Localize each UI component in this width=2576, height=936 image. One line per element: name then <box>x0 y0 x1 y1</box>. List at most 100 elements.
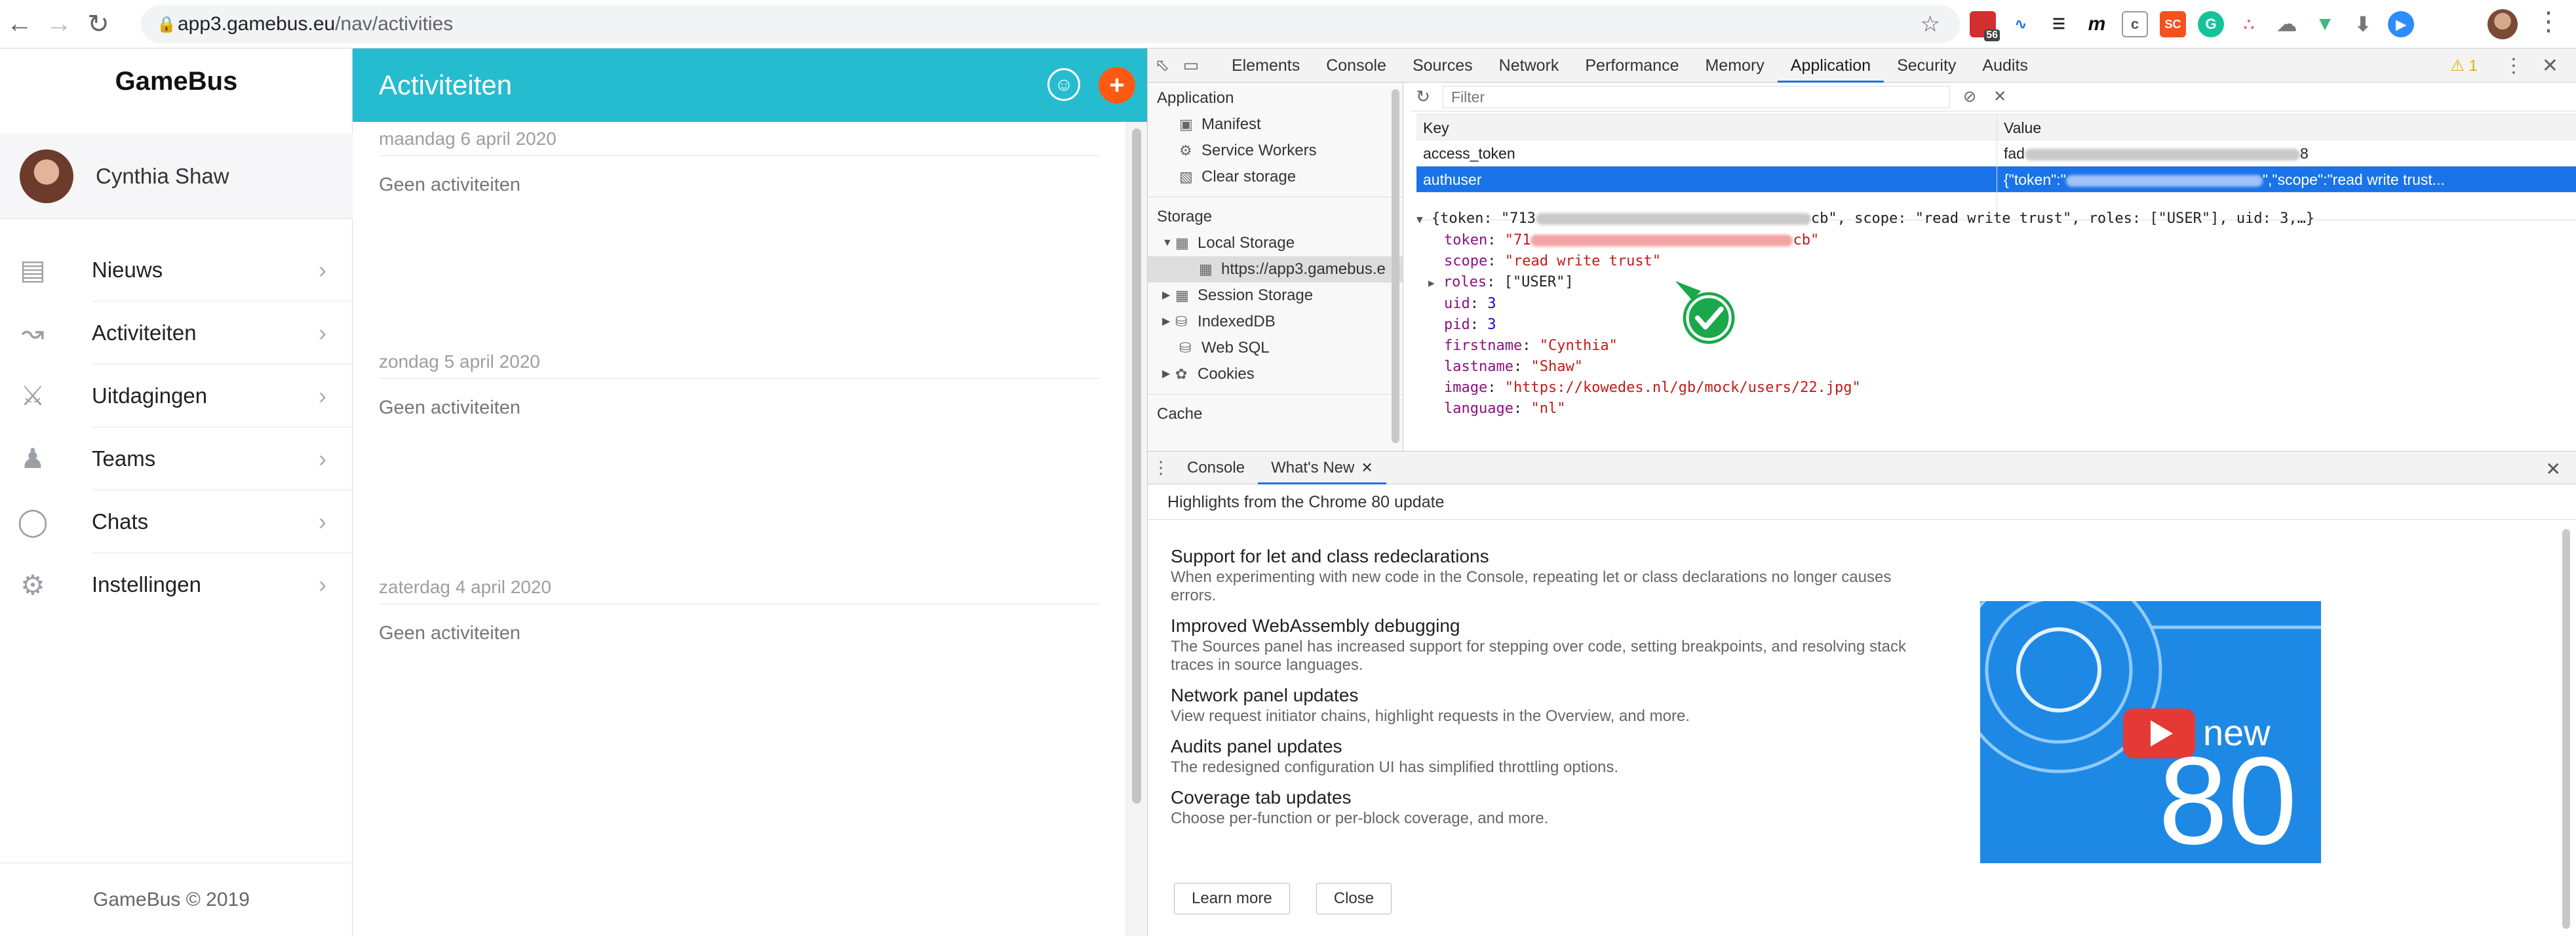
sidebar-item-instellingen[interactable]: ⚙ Instellingen › <box>20 553 353 616</box>
expand-right-icon[interactable]: ▶ <box>1428 277 1435 289</box>
column-key[interactable]: Key <box>1416 115 1997 140</box>
prop-pid: pid: 3 <box>1444 317 1496 333</box>
add-activity-button[interactable]: + <box>1099 67 1135 104</box>
tab-performance[interactable]: Performance <box>1572 49 1692 83</box>
extension-calendar-icon[interactable]: 56 <box>1970 11 2000 41</box>
tab-memory[interactable]: Memory <box>1692 49 1777 83</box>
sidebar-item-service-workers[interactable]: ⚙ Service Workers <box>1148 138 1403 164</box>
redacted-token <box>1531 235 1793 246</box>
address-bar[interactable]: 🔒 app3.gamebus.eu/nav/activities ☆ <box>141 5 1960 43</box>
tab-network[interactable]: Network <box>1486 49 1572 83</box>
drawer-scrollbar[interactable] <box>2562 529 2570 929</box>
user-profile[interactable]: Cynthia Shaw <box>0 134 353 219</box>
sidebar-item-cookies[interactable]: ▶ ✿ Cookies <box>1148 361 1403 387</box>
extension-m-icon[interactable]: m <box>2084 11 2110 37</box>
devtools-menu-icon[interactable]: ⋮ <box>2504 54 2524 77</box>
object-summary[interactable]: ▼ {token: "713 cb", scope: "read write tr… <box>1416 208 2570 230</box>
device-toolbar-icon[interactable]: ▭ <box>1177 49 1205 83</box>
table-row[interactable]: access_token fad 8 <box>1416 140 2576 166</box>
sidebar-item-label: Instellingen <box>92 572 201 596</box>
extension-asana-icon[interactable]: ∴ <box>2236 11 2262 37</box>
extension-layers-icon[interactable]: ☰ <box>2046 11 2072 37</box>
cookie-icon: ✿ <box>1175 366 1188 382</box>
sidebar-item-local-storage[interactable]: ▼ ▦ Local Storage <box>1148 230 1403 256</box>
expand-right-icon[interactable]: ▶ <box>1162 309 1175 335</box>
forward-icon[interactable]: → <box>39 0 79 49</box>
sidebar-item-nieuws[interactable]: ▤ Nieuws › <box>20 239 353 302</box>
expand-down-icon[interactable]: ▼ <box>1162 230 1175 256</box>
sidebar-item-chats[interactable]: ◯ Chats › <box>17 490 353 553</box>
close-drawer-icon[interactable]: ✕ <box>2546 458 2561 480</box>
sidebar-item-teams[interactable]: ♟ Teams › <box>20 427 353 490</box>
extension-cloud-icon[interactable]: ☁ <box>2274 11 2300 37</box>
news-icon: ▤ <box>20 254 46 285</box>
sidebar-item-uitdagingen[interactable]: ⚔ Uitdagingen › <box>20 364 353 427</box>
extension-zoom-icon[interactable]: ▶ <box>2388 11 2414 37</box>
drawer-tab-label: What's New <box>1271 458 1355 477</box>
extension-grammarly-icon[interactable]: G <box>2198 11 2224 37</box>
item-desc: The Sources panel has increased support … <box>1171 638 1906 674</box>
drawer-menu-icon[interactable]: ⋮ <box>1148 458 1174 478</box>
day-empty-text: Geen activiteiten <box>379 174 521 195</box>
filter-input[interactable]: Filter <box>1443 85 1950 108</box>
expand-right-icon[interactable]: ▶ <box>1162 361 1175 387</box>
section-application: Application <box>1157 89 1234 107</box>
chevron-right-icon: › <box>319 256 326 283</box>
expand-down-icon[interactable]: ▼ <box>1416 213 1423 225</box>
sidebar-item-label: https://app3.gamebus.e <box>1221 260 1386 278</box>
feed-scrollbar[interactable] <box>1126 122 1147 936</box>
warning-icon[interactable]: ⚠ 1 <box>2450 56 2478 75</box>
chevron-right-icon: › <box>319 381 326 409</box>
reload-icon[interactable]: ↻ <box>79 0 118 49</box>
learn-more-button[interactable]: Learn more <box>1174 883 1290 914</box>
page-title: Activiteiten <box>379 69 513 100</box>
table-row-selected[interactable]: authuser {"token":" ","scope":"read write… <box>1416 166 2576 193</box>
sidebar-item-label: Web SQL <box>1201 339 1270 357</box>
day-section: zondag 5 april 2020 Geen activiteiten <box>379 345 1100 419</box>
bookmark-star-icon[interactable]: ☆ <box>1921 11 1940 37</box>
sidebar-item-session-storage[interactable]: ▶ ▦ Session Storage <box>1148 283 1403 309</box>
extension-download-icon[interactable]: ⬇ <box>2350 11 2376 37</box>
teams-icon: ♟ <box>20 443 45 474</box>
tab-security[interactable]: Security <box>1884 49 1969 83</box>
close-tab-icon[interactable]: ✕ <box>1361 459 1373 476</box>
sidebar-scrollbar[interactable] <box>1392 89 1399 443</box>
sidebar-item-indexeddb[interactable]: ▶ ⛁ IndexedDB <box>1148 309 1403 335</box>
user-account-icon[interactable]: ☺ <box>1047 68 1080 101</box>
sidebar-item-clear-storage[interactable]: ▧ Clear storage <box>1148 164 1403 190</box>
profile-avatar[interactable] <box>2488 9 2518 39</box>
tab-application[interactable]: Application <box>1777 49 1884 83</box>
tab-elements[interactable]: Elements <box>1219 49 1313 83</box>
scrollbar-thumb[interactable] <box>1132 128 1141 804</box>
browser-menu-icon[interactable]: ⋮ <box>2535 7 2562 37</box>
sidebar-item-local-storage-origin[interactable]: ▦ https://app3.gamebus.e <box>1148 256 1403 283</box>
sidebar-item-websql[interactable]: ⛁ Web SQL <box>1148 335 1403 361</box>
whats-new-video-thumbnail[interactable]: new 80 <box>1980 601 2321 863</box>
tab-sources[interactable]: Sources <box>1399 49 1486 83</box>
summary-end: cb", scope: "read write trust", roles: [… <box>1810 210 2315 227</box>
sidebar-item-manifest[interactable]: ▣ Manifest <box>1148 111 1403 138</box>
chevron-right-icon: › <box>319 319 326 346</box>
extension-c-icon[interactable]: c <box>2122 11 2148 37</box>
back-icon[interactable]: ← <box>0 0 39 49</box>
refresh-icon[interactable]: ↻ <box>1410 87 1436 107</box>
prop-roles[interactable]: ▶ roles: ["USER"] <box>1416 272 2570 294</box>
tab-console[interactable]: Console <box>1313 49 1399 83</box>
database-icon: ⛁ <box>1175 313 1188 330</box>
drawer-tab-whats-new[interactable]: What's New ✕ <box>1258 452 1386 484</box>
inspect-element-icon[interactable]: ⬁ <box>1148 49 1177 83</box>
expand-right-icon[interactable]: ▶ <box>1162 283 1175 309</box>
checkmark-icon <box>1675 281 1735 344</box>
extension-vue-icon[interactable]: ▼ <box>2312 11 2338 37</box>
delete-selected-icon[interactable]: ✕ <box>1993 87 2006 106</box>
column-value[interactable]: Value <box>1997 115 2576 140</box>
close-button[interactable]: Close <box>1316 883 1392 914</box>
close-devtools-icon[interactable]: ✕ <box>2542 54 2558 77</box>
tab-audits[interactable]: Audits <box>1969 49 2040 83</box>
drawer-tab-console[interactable]: Console <box>1174 452 1258 484</box>
extension-sc-icon[interactable]: SC <box>2160 11 2186 37</box>
sidebar-item-activiteiten[interactable]: ↝ Activiteiten › <box>21 302 353 364</box>
sidebar-item-label: Uitdagingen <box>92 383 208 408</box>
extension-chart-icon[interactable]: ∿ <box>2008 11 2034 37</box>
clear-all-icon[interactable]: ⊘ <box>1963 87 1976 106</box>
